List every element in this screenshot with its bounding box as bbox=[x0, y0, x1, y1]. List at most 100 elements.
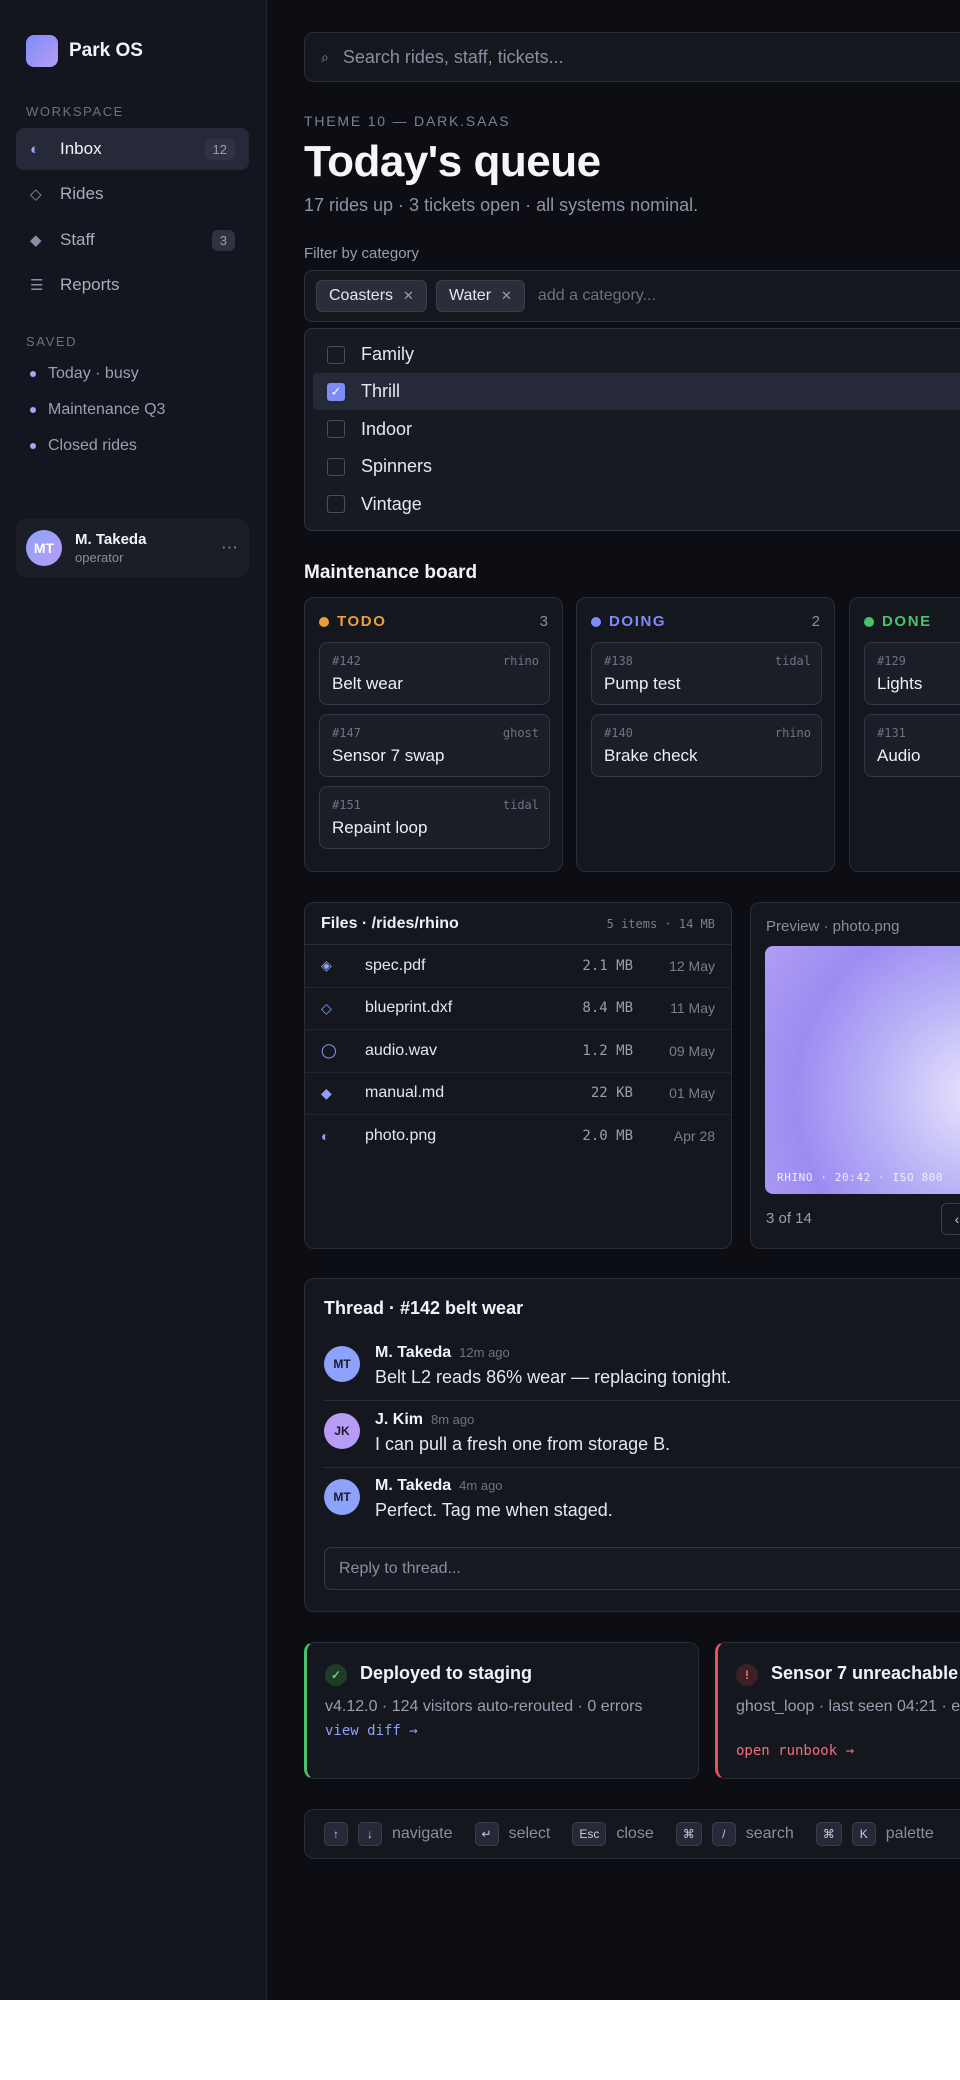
timestamp: 12m ago bbox=[459, 1345, 510, 1360]
open-runbook-link[interactable]: open runbook → bbox=[736, 1743, 854, 1759]
sidebar-item-staff[interactable]: ◆ Staff 3 bbox=[16, 219, 249, 261]
column-header: TODO bbox=[319, 613, 386, 630]
search-icon: ⌕ bbox=[321, 48, 329, 65]
diamond-filled-icon: ◆ bbox=[30, 232, 42, 249]
category-multiselect[interactable]: Coasters ✕ Water ✕ add a category... bbox=[304, 270, 960, 322]
task-card[interactable]: #147 ghost Sensor 7 swap bbox=[319, 714, 550, 777]
column-name: DOING bbox=[609, 613, 667, 630]
file-row[interactable]: ◐ photo.png 2.0 MB Apr 28 bbox=[305, 1115, 731, 1158]
thread-panel: Thread · #142 belt wear MT M. Takeda 12m … bbox=[304, 1278, 960, 1612]
column-header: DOING bbox=[591, 613, 666, 630]
option-label: Indoor bbox=[361, 418, 413, 439]
eyebrow: THEME 10 — DARK.SAAS bbox=[304, 113, 511, 129]
card-tag: rhino bbox=[502, 654, 539, 668]
file-size: 8.4 MB bbox=[582, 1000, 633, 1017]
checkbox[interactable] bbox=[327, 345, 345, 364]
saved-item[interactable]: Maintenance Q3 bbox=[30, 401, 165, 419]
checkbox[interactable] bbox=[327, 495, 345, 514]
search-input[interactable] bbox=[342, 46, 903, 68]
tag-chip[interactable]: Coasters ✕ bbox=[316, 280, 427, 312]
bullet-dot bbox=[30, 371, 36, 377]
card-id: #142 bbox=[332, 654, 361, 668]
checkbox[interactable] bbox=[327, 420, 345, 439]
avatar: MT bbox=[26, 530, 62, 566]
column-count: 2 bbox=[811, 613, 820, 630]
tag-label: Coasters bbox=[329, 287, 394, 304]
image-preview: Preview · photo.png RHINO · 20:42 · ISO … bbox=[750, 902, 960, 1249]
option-family[interactable]: Family bbox=[313, 336, 960, 373]
timestamp: 4m ago bbox=[459, 1478, 503, 1493]
file-name: audio.wav bbox=[365, 1041, 438, 1059]
file-name: photo.png bbox=[365, 1127, 437, 1145]
success-toast: ✓ Deployed to staging v4.12.0 · 124 visi… bbox=[304, 1642, 699, 1779]
page-subtitle: 17 rides up · 3 tickets open · all syste… bbox=[304, 195, 699, 215]
saved-item[interactable]: Today · busy bbox=[30, 365, 139, 383]
author-name: M. Takeda bbox=[375, 1344, 452, 1361]
sidebar-item-rides[interactable]: ◇ Rides bbox=[16, 173, 249, 215]
option-spinners[interactable]: Spinners bbox=[313, 448, 960, 485]
command-key: ⌘ bbox=[675, 1822, 702, 1846]
previous-button[interactable]: ‹ bbox=[941, 1203, 960, 1235]
reply-input[interactable] bbox=[339, 1548, 939, 1589]
saved-label: SAVED bbox=[26, 334, 78, 349]
task-card[interactable]: #151 tidal Repaint loop bbox=[319, 786, 550, 849]
option-label: Family bbox=[361, 344, 414, 364]
card-id: #140 bbox=[604, 726, 633, 740]
file-browser-title: Files · /rides/rhino bbox=[321, 914, 459, 932]
card-id: #151 bbox=[332, 798, 361, 812]
file-row[interactable]: ◆ manual.md 22 KB 01 May bbox=[305, 1073, 731, 1115]
saved-item-label: Today · busy bbox=[48, 365, 139, 382]
tag-input-placeholder[interactable]: add a category... bbox=[538, 287, 656, 305]
task-card[interactable]: #140 rhino Brake check bbox=[591, 714, 822, 777]
checkbox-checked[interactable]: ✓ bbox=[327, 382, 345, 401]
brand[interactable]: Park OS bbox=[26, 35, 143, 67]
sidebar: Park OS WORKSPACE ◐ Inbox 12 ◇ Rides ◆ S… bbox=[0, 0, 267, 2000]
tag-chip[interactable]: Water ✕ bbox=[435, 280, 525, 312]
option-thrill[interactable]: ✓ Thrill bbox=[313, 373, 960, 411]
sidebar-item-label: Inbox bbox=[60, 139, 102, 158]
sidebar-item-reports[interactable]: ☰ Reports bbox=[16, 264, 249, 306]
close-icon[interactable]: ✕ bbox=[501, 288, 512, 304]
sidebar-item-label: Staff bbox=[60, 230, 95, 249]
file-row[interactable]: ◇ blueprint.dxf 8.4 MB 11 May bbox=[305, 988, 731, 1030]
shortcut-label: palette bbox=[885, 1825, 934, 1842]
image-caption: RHINO · 20:42 · ISO 800 bbox=[777, 1171, 944, 1184]
category-dropdown: Family ✓ Thrill Indoor Spinners Vintage bbox=[304, 328, 960, 531]
option-indoor[interactable]: Indoor bbox=[313, 411, 960, 448]
shortcut-label: navigate bbox=[392, 1825, 453, 1842]
search-bar[interactable]: ⌕ bbox=[304, 32, 960, 82]
sidebar-item-inbox[interactable]: ◐ Inbox 12 bbox=[16, 128, 249, 170]
view-diff-link[interactable]: view diff → bbox=[325, 1723, 418, 1739]
task-card[interactable]: #138 tidal Pump test bbox=[591, 642, 822, 705]
file-date: 12 May bbox=[669, 957, 715, 974]
command-key: ⌘ bbox=[815, 1822, 842, 1846]
user-card[interactable]: MT M. Takeda operator ⋯ bbox=[16, 519, 249, 577]
reply-field[interactable] bbox=[324, 1547, 960, 1590]
error-toast: ! Sensor 7 unreachable ghost_loop · last… bbox=[715, 1642, 960, 1779]
card-id: #138 bbox=[604, 654, 633, 668]
file-row[interactable]: ◈ spec.pdf 2.1 MB 12 May bbox=[305, 945, 731, 988]
option-vintage[interactable]: Vintage bbox=[313, 486, 960, 523]
checkbox[interactable] bbox=[327, 457, 345, 476]
file-row[interactable]: ◯ audio.wav 1.2 MB 09 May bbox=[305, 1030, 731, 1073]
board-column-doing: DOING 2 #138 tidal Pump test #140 rhino … bbox=[576, 597, 835, 872]
user-role: operator bbox=[75, 550, 124, 565]
task-card[interactable]: #131 Audio bbox=[864, 714, 960, 777]
pdf-file-icon: ◈ bbox=[321, 957, 332, 974]
more-icon[interactable]: ⋯ bbox=[221, 538, 239, 558]
task-card[interactable]: #142 rhino Belt wear bbox=[319, 642, 550, 705]
file-name: manual.md bbox=[365, 1084, 445, 1102]
toast-title: Sensor 7 unreachable bbox=[771, 1663, 959, 1683]
file-date: Apr 28 bbox=[673, 1128, 715, 1145]
app-name: Park OS bbox=[69, 40, 143, 61]
slash-key: / bbox=[711, 1822, 736, 1846]
shortcut-label: search bbox=[745, 1825, 794, 1842]
preview-image[interactable]: RHINO · 20:42 · ISO 800 bbox=[765, 946, 960, 1194]
close-icon[interactable]: ✕ bbox=[403, 288, 414, 304]
thread-title: Thread · #142 belt wear bbox=[324, 1298, 524, 1318]
saved-item[interactable]: Closed rides bbox=[30, 437, 137, 455]
file-size: 2.0 MB bbox=[582, 1128, 633, 1145]
task-card[interactable]: #129 Lights bbox=[864, 642, 960, 705]
file-size: 22 KB bbox=[590, 1085, 633, 1102]
card-title: Belt wear bbox=[332, 674, 403, 693]
